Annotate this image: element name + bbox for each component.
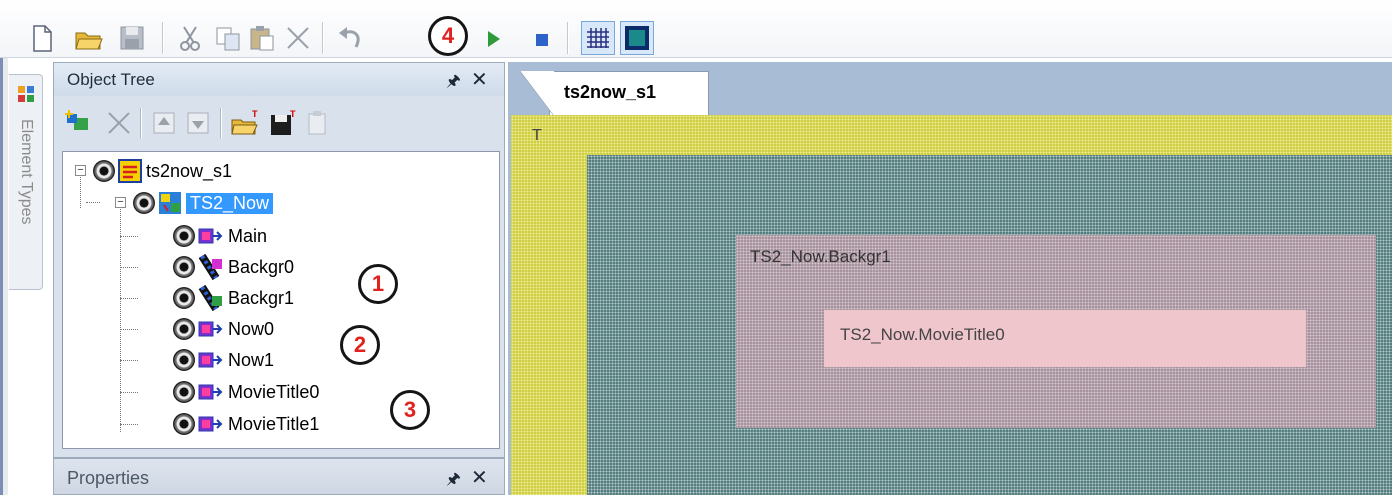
object-tree-toolbar: T T	[54, 96, 504, 146]
scene-canvas[interactable]: T TS2_Now.Backgr1 TS2_Now.MovieTitle0	[511, 115, 1392, 495]
tree-node-movietitle1[interactable]: MovieTitle1	[173, 410, 319, 438]
tab-label: ts2now_s1	[564, 82, 657, 102]
grid-icon[interactable]	[581, 21, 615, 55]
visibility-eye-icon[interactable]	[173, 318, 195, 340]
object-tree-header: Object Tree 🖈 ✕	[54, 63, 504, 96]
open-folder-icon[interactable]	[74, 23, 103, 53]
tree-node-movietitle0[interactable]: MovieTitle0	[173, 378, 319, 406]
main-toolbar: 4	[0, 0, 1392, 58]
collapse-toggle[interactable]: −	[75, 165, 86, 176]
play-icon[interactable]	[480, 23, 508, 53]
pin-icon[interactable]: 🖈	[446, 468, 461, 495]
close-icon[interactable]: ✕	[471, 67, 488, 92]
svg-text:T: T	[290, 109, 296, 119]
tree-node-label: ts2now_s1	[146, 160, 233, 181]
movie-icon	[198, 285, 222, 311]
callout-badge: 4	[428, 16, 468, 56]
visibility-eye-icon[interactable]	[93, 160, 115, 182]
toolbar-separator	[140, 108, 142, 138]
object-tree-title: Object Tree	[67, 70, 155, 89]
delete-element-icon[interactable]	[104, 108, 134, 138]
callout-badge: 1	[358, 264, 398, 304]
copy-icon[interactable]	[214, 23, 242, 53]
tree-node-label: TS2_Now	[186, 192, 274, 214]
canvas-corner-label: T	[532, 127, 542, 144]
visibility-eye-icon[interactable]	[173, 256, 195, 278]
movietitle-element-rect[interactable]: TS2_Now.MovieTitle0	[824, 310, 1306, 367]
template-properties-icon[interactable]	[304, 108, 334, 138]
tree-node-label: Now1	[228, 349, 275, 370]
callout-badge: 3	[390, 390, 430, 430]
move-down-icon[interactable]	[184, 108, 214, 138]
container-icon	[198, 228, 223, 244]
tree-node-label: Backgr0	[228, 256, 295, 277]
toolbar-separator	[567, 22, 569, 54]
visibility-eye-icon[interactable]	[133, 192, 155, 214]
save-icon[interactable]	[118, 23, 146, 53]
paste-icon[interactable]	[248, 23, 276, 53]
toolbar-separator	[162, 22, 164, 54]
object-tree-panel: Object Tree 🖈 ✕ T T − ts2now_s1 − TS2_No…	[53, 62, 505, 458]
add-element-icon[interactable]	[64, 108, 94, 138]
tree-node-now1[interactable]: Now1	[173, 346, 274, 374]
tree-node-backgr0[interactable]: Backgr0	[173, 253, 294, 281]
pin-icon[interactable]: 🖈	[446, 70, 461, 97]
stop-icon[interactable]	[528, 23, 556, 53]
visibility-eye-icon[interactable]	[173, 349, 195, 371]
visibility-eye-icon[interactable]	[173, 413, 195, 435]
delete-icon[interactable]	[284, 23, 312, 53]
properties-panel-header: Properties 🖈 ✕	[53, 458, 505, 495]
movie-icon	[198, 254, 222, 280]
tree-node-template[interactable]: TS2_Now	[133, 189, 274, 217]
tree-node-now0[interactable]: Now0	[173, 315, 274, 343]
template-icon	[159, 192, 181, 214]
backgr-element-label: TS2_Now.Backgr1	[750, 247, 891, 266]
properties-title: Properties	[67, 468, 150, 488]
container-icon	[198, 416, 223, 432]
tree-node-label: Main	[228, 225, 268, 246]
container-icon	[198, 352, 223, 368]
tree-node-label: Now0	[228, 318, 275, 339]
collapse-toggle[interactable]: −	[115, 197, 126, 208]
frame-icon[interactable]	[620, 21, 654, 55]
element-types-label: Element Types	[18, 119, 35, 225]
close-icon[interactable]: ✕	[471, 465, 488, 490]
tree-node-main[interactable]: Main	[173, 222, 267, 250]
tree-node-backgr1[interactable]: Backgr1	[173, 284, 294, 312]
visibility-eye-icon[interactable]	[173, 287, 195, 309]
object-tree: − ts2now_s1 − TS2_Now Main Backgr0 Backg…	[62, 151, 500, 449]
container-icon	[198, 384, 223, 400]
tree-node-scene[interactable]: ts2now_s1	[93, 157, 232, 185]
save-template-icon[interactable]: T	[268, 108, 298, 138]
movietitle-element-label: TS2_Now.MovieTitle0	[840, 325, 1005, 344]
new-file-icon[interactable]	[28, 23, 56, 53]
toolbar-separator	[220, 108, 222, 138]
toolbar-separator	[322, 22, 324, 54]
visibility-eye-icon[interactable]	[173, 381, 195, 403]
visibility-eye-icon[interactable]	[173, 225, 195, 247]
backgr-element-rect[interactable]: TS2_Now.Backgr1 TS2_Now.MovieTitle0	[736, 235, 1376, 428]
scene-icon	[118, 159, 142, 183]
cut-icon[interactable]	[176, 23, 204, 53]
move-up-icon[interactable]	[150, 108, 180, 138]
callout-badge: 2	[340, 325, 380, 365]
container-icon	[198, 321, 223, 337]
tree-node-label: MovieTitle1	[228, 413, 320, 434]
undo-icon[interactable]	[336, 23, 364, 53]
svg-text:T: T	[252, 109, 258, 119]
left-dock-strip	[0, 58, 8, 495]
element-types-tab[interactable]: Element Types	[9, 74, 43, 290]
tree-node-label: MovieTitle0	[228, 381, 320, 402]
tree-node-label: Backgr1	[228, 287, 295, 308]
tab-ts2now-s1[interactable]: ts2now_s1	[520, 71, 709, 116]
open-template-icon[interactable]: T	[230, 108, 260, 138]
element-types-icon	[17, 85, 35, 108]
safe-area-rect[interactable]: TS2_Now.Backgr1 TS2_Now.MovieTitle0	[587, 155, 1392, 495]
